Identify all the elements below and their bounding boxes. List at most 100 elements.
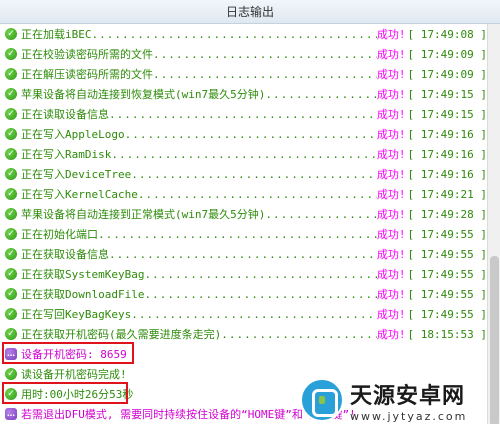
log-message: 正在写入AppleLogo — [21, 128, 125, 141]
log-message: 正在校验读密码所需的文件 — [21, 48, 153, 61]
log-time: [ 17:49:16 ] — [407, 127, 487, 141]
log-message: 正在写入DeviceTree — [21, 168, 132, 181]
dot-leader: ........................................… — [144, 287, 377, 301]
log-panel-title: 日志输出 — [225, 5, 274, 19]
password-result-row: 设备开机密码: 8659 — [0, 344, 487, 364]
watermark-logo-icon — [300, 378, 344, 422]
log-message: 正在读取设备信息 — [21, 108, 109, 121]
dot-leader: ........................................… — [109, 247, 377, 261]
success-check-icon — [5, 28, 17, 40]
log-row: 正在写入RamDisk ............................… — [0, 144, 487, 164]
log-result: 成功! — [376, 228, 406, 241]
dot-leader: ........................................… — [265, 87, 377, 101]
log-time: [ 17:49:08 ] — [407, 27, 487, 41]
log-result: 成功! — [376, 328, 406, 341]
log-result: 成功! — [376, 88, 406, 101]
log-output-area: 正在加载iBEC ...............................… — [0, 24, 487, 424]
success-check-icon — [5, 308, 17, 320]
log-row: 苹果设备将自动连接到正常模式(win7最久5分钟) ..............… — [0, 204, 487, 224]
dot-leader: ........................................… — [144, 267, 377, 281]
log-result: 成功! — [376, 308, 406, 321]
log-row: 正在获取DownloadFile .......................… — [0, 284, 487, 304]
log-result: 成功! — [376, 28, 406, 41]
dot-leader: ........................................… — [131, 167, 377, 181]
log-time: [ 17:49:09 ] — [407, 67, 487, 81]
log-row: 正在初始化端口 ................................… — [0, 224, 487, 244]
log-panel-header: 日志输出 — [0, 0, 500, 24]
watermark-text: 天源安卓网 www.jytyaz.com — [350, 378, 467, 423]
dot-leader: ........................................… — [265, 207, 377, 221]
log-time: [ 17:49:55 ] — [407, 287, 487, 301]
log-time: [ 17:49:16 ] — [407, 147, 487, 161]
success-check-icon — [5, 108, 17, 120]
log-message: 正在加载iBEC — [21, 28, 92, 41]
log-result: 成功! — [376, 148, 406, 161]
watermark-title: 天源安卓网 — [350, 383, 466, 409]
log-time: [ 17:49:21 ] — [407, 187, 487, 201]
success-check-icon — [5, 208, 17, 220]
log-row: 正在校验读密码所需的文件 ...........................… — [0, 44, 487, 64]
device-password-text: 设备开机密码: 8659 — [21, 348, 127, 361]
success-check-icon — [5, 248, 17, 260]
log-message: 正在获取SystemKeyBag — [21, 268, 145, 281]
dot-leader: ........................................… — [221, 327, 377, 341]
log-row: 正在获取开机密码(最久需要进度条走完) ....................… — [0, 324, 487, 344]
log-message: 正在写入KernelCache — [21, 188, 138, 201]
log-result: 成功! — [376, 268, 406, 281]
log-row: 正在解压读密码所需的文件 ...........................… — [0, 64, 487, 84]
log-message: 正在获取DownloadFile — [21, 288, 145, 301]
watermark-url: www.jytyaz.com — [350, 409, 468, 423]
dot-leader: ........................................… — [91, 27, 377, 41]
log-time: [ 17:49:09 ] — [407, 47, 487, 61]
log-time: [ 17:49:16 ] — [407, 167, 487, 181]
success-check-icon — [5, 128, 17, 140]
success-check-icon — [5, 288, 17, 300]
log-message: 正在获取开机密码(最久需要进度条走完) — [21, 328, 222, 341]
dot-leader: ........................................… — [131, 307, 377, 321]
log-result: 成功! — [376, 168, 406, 181]
dot-leader: ........................................… — [109, 107, 377, 121]
site-watermark: 天源安卓网 www.jytyaz.com — [300, 376, 500, 424]
log-result: 成功! — [376, 108, 406, 121]
read-complete-text: 读设备开机密码完成! — [21, 368, 127, 381]
dot-leader: ........................................… — [124, 127, 377, 141]
log-time: [ 18:15:53 ] — [407, 327, 487, 341]
success-check-icon — [5, 328, 17, 340]
success-check-icon — [5, 68, 17, 80]
success-check-icon — [5, 48, 17, 60]
log-result: 成功! — [376, 48, 406, 61]
log-message: 正在写回KeyBagKeys — [21, 308, 132, 321]
log-row: 正在读取设备信息 ...............................… — [0, 104, 487, 124]
log-result: 成功! — [376, 128, 406, 141]
success-check-icon — [5, 148, 17, 160]
success-check-icon — [5, 368, 17, 380]
log-message: 正在获取设备信息 — [21, 248, 109, 261]
log-message: 正在解压读密码所需的文件 — [21, 68, 153, 81]
log-row: 正在获取设备信息 ...............................… — [0, 244, 487, 264]
log-time: [ 17:49:55 ] — [407, 227, 487, 241]
log-row: 正在加载iBEC ...............................… — [0, 24, 487, 44]
log-row: 正在写回KeyBagKeys .........................… — [0, 304, 487, 324]
log-row: 正在写入DeviceTree .........................… — [0, 164, 487, 184]
log-row: 苹果设备将自动连接到恢复模式(win7最久5分钟) ..............… — [0, 84, 487, 104]
log-time: [ 17:49:55 ] — [407, 307, 487, 321]
log-result: 成功! — [376, 68, 406, 81]
dot-leader: ........................................… — [153, 47, 377, 61]
log-row: 正在写入AppleLogo ..........................… — [0, 124, 487, 144]
success-check-icon — [5, 268, 17, 280]
success-check-icon — [5, 168, 17, 180]
success-check-icon — [5, 88, 17, 100]
log-time: [ 17:49:55 ] — [407, 247, 487, 261]
log-result: 成功! — [376, 208, 406, 221]
log-message: 正在初始化端口 — [21, 228, 98, 241]
log-time: [ 17:49:15 ] — [407, 87, 487, 101]
info-icon — [5, 408, 17, 420]
log-result: 成功! — [376, 248, 406, 261]
log-time: [ 17:49:55 ] — [407, 267, 487, 281]
log-time: [ 17:49:15 ] — [407, 107, 487, 121]
log-row: 正在获取SystemKeyBag .......................… — [0, 264, 487, 284]
success-check-icon — [5, 188, 17, 200]
log-message: 正在写入RamDisk — [21, 148, 112, 161]
log-result: 成功! — [376, 288, 406, 301]
vertical-scrollbar[interactable] — [487, 24, 500, 424]
